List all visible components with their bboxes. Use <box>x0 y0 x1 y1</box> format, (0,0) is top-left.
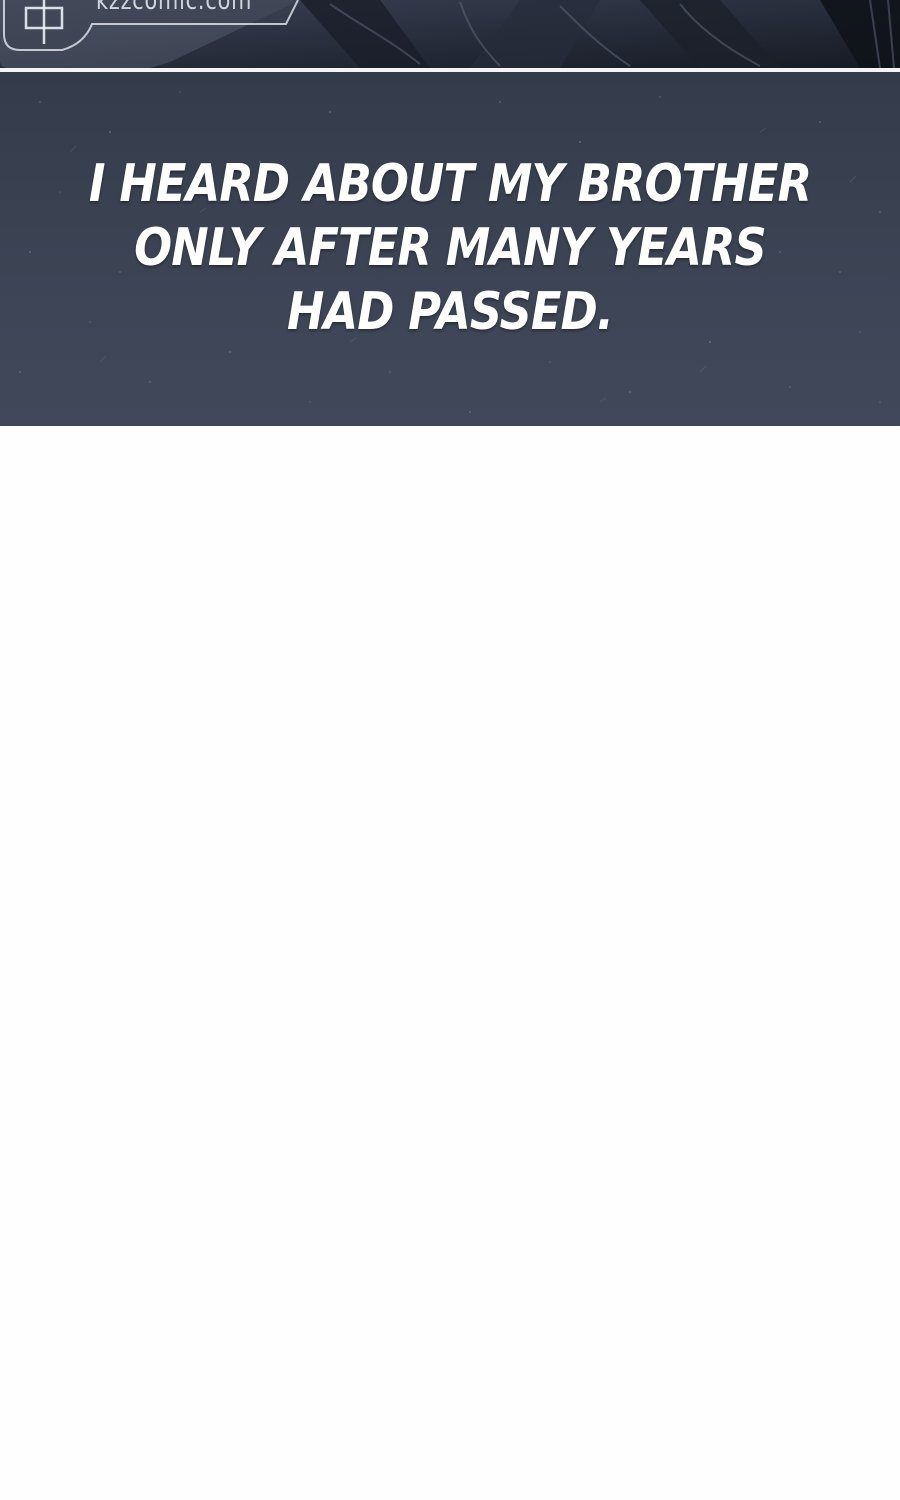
top-artwork-panel: kzzcomic.com <box>0 0 900 68</box>
comic-page: kzzcomic.com I HEARD ABOUT MY BROTHER ON… <box>0 0 900 1500</box>
watermark-badge: kzzcomic.com <box>0 0 310 60</box>
watermark-text: kzzcomic.com <box>96 0 253 16</box>
narration-panel: I HEARD ABOUT MY BROTHER ONLY AFTER MANY… <box>0 72 900 426</box>
narration-line-1: I HEARD ABOUT MY BROTHER <box>88 154 812 214</box>
narration-caption: I HEARD ABOUT MY BROTHER ONLY AFTER MANY… <box>63 152 837 344</box>
narration-line-2: ONLY AFTER MANY YEARS <box>134 218 767 278</box>
narration-line-3: HAD PASSED. <box>286 282 614 342</box>
blank-gutter <box>0 426 900 1500</box>
